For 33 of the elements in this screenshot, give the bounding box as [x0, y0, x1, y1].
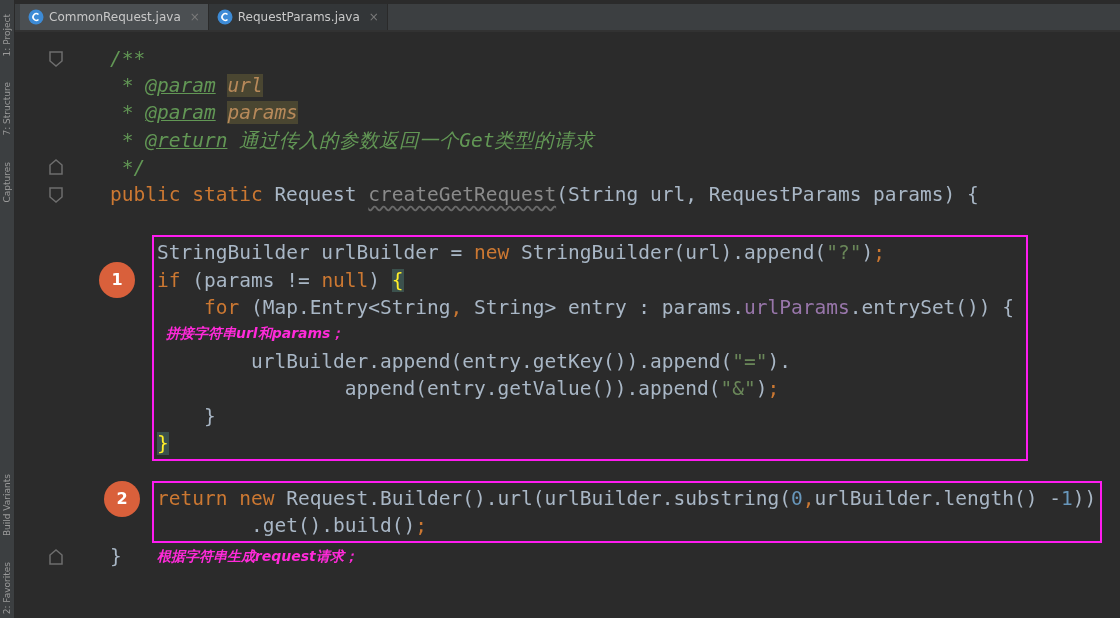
- code-line: }: [110, 545, 122, 569]
- tool-window-tab[interactable]: Captures: [2, 161, 12, 203]
- tool-window-tab[interactable]: Build Variants: [2, 473, 12, 536]
- code-line: .get().build();: [249, 514, 428, 538]
- annotation-note: 根据字符串生成request请求；: [156, 547, 358, 566]
- annotation-note: 拼接字符串url和params；: [166, 325, 345, 344]
- code-line: StringBuilder urlBuilder = new StringBuilder(url).append("?");: [157, 241, 885, 265]
- editor-tab[interactable]: CommonRequest.java ×: [20, 4, 209, 30]
- code-line: * @param params: [120, 101, 298, 125]
- close-button[interactable]: ×: [368, 10, 379, 24]
- class-icon: [28, 9, 44, 25]
- code-line: if (params != null) {: [157, 268, 404, 292]
- code-line: * @return 通过传入的参数返回一个Get类型的请求: [120, 127, 595, 154]
- tool-window-tab[interactable]: 7: Structure: [2, 82, 12, 136]
- code-line: * @param url: [120, 74, 263, 98]
- code-line: }: [202, 404, 216, 428]
- editor-tab[interactable]: RequestParams.java ×: [208, 4, 388, 30]
- step-badge: 2: [104, 480, 140, 517]
- tool-window-tab[interactable]: 2: Favorites: [2, 561, 12, 614]
- code-line: return new Request.Builder().url(urlBuilder.substring(0,urlBuilder.length() -1)): [157, 486, 1097, 510]
- class-icon: [216, 9, 233, 25]
- code-line: /**: [110, 47, 146, 71]
- fold-icon[interactable]: [49, 50, 63, 67]
- code-line: public static Request createGetRequest(String url, RequestParams params) {: [110, 183, 979, 207]
- code-line: */: [120, 155, 146, 179]
- fold-icon[interactable]: [49, 186, 63, 203]
- code-line: urlBuilder.append(entry.getKey()).append("=").: [249, 350, 791, 374]
- tool-window-tab[interactable]: 1: Project: [2, 14, 12, 57]
- code-line: for (Map.Entry<String, String> entry : params.urlParams.entrySet()) {: [202, 295, 1015, 319]
- fold-icon[interactable]: [49, 548, 63, 565]
- fold-icon[interactable]: [49, 159, 63, 176]
- step-badge: 1: [99, 261, 135, 298]
- code-line: append(entry.getValue()).append("&");: [343, 377, 780, 401]
